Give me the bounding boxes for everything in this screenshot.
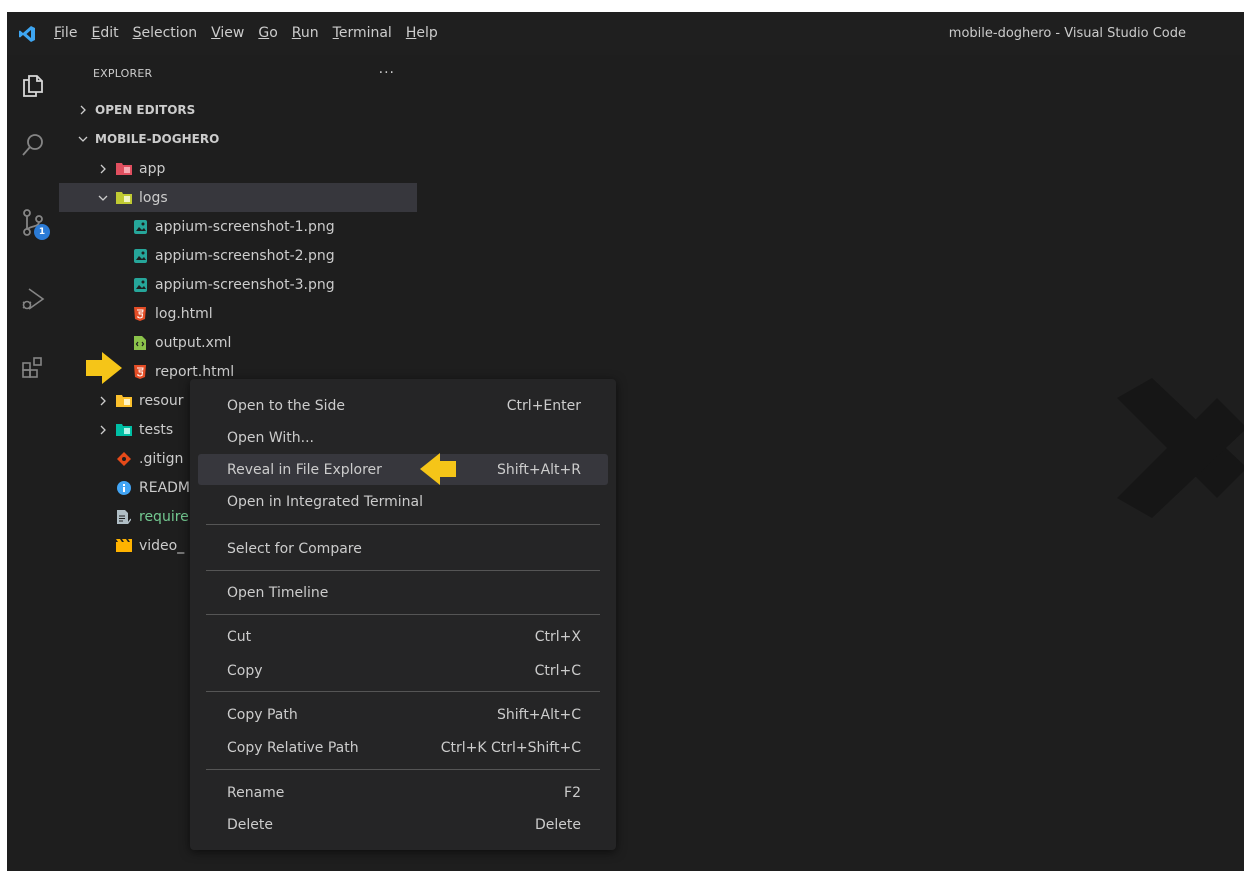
menu-item-rename[interactable]: Rename F2 (198, 777, 608, 808)
search-icon[interactable] (7, 119, 59, 171)
open-editors-section[interactable]: OPEN EDITORS (59, 95, 417, 124)
explorer-header: EXPLORER ··· (59, 55, 417, 91)
explorer-title: EXPLORER (93, 66, 153, 80)
chevron-right-icon (95, 396, 111, 406)
activity-bar: 1 (7, 55, 59, 871)
chevron-right-icon (95, 425, 111, 435)
menu-view[interactable]: View (204, 12, 251, 55)
chevron-down-icon (75, 134, 91, 144)
menu-item-reveal-in-file-explorer[interactable]: Reveal in File Explorer Shift+Alt+R (198, 454, 608, 485)
title-bar: File Edit Selection View Go Run Terminal… (7, 12, 1244, 55)
image-file-icon (131, 248, 149, 264)
tree-folder-logs[interactable]: logs (59, 183, 417, 212)
html-file-icon (131, 364, 149, 380)
menu-item-cut[interactable]: Cut Ctrl+X (198, 621, 608, 652)
menu-item-delete[interactable]: Delete Delete (198, 809, 608, 840)
run-debug-icon[interactable] (7, 273, 59, 325)
scm-badge: 1 (34, 224, 50, 240)
menu-separator (206, 570, 600, 571)
menu-item-open-timeline[interactable]: Open Timeline (198, 577, 608, 608)
vscode-window: File Edit Selection View Go Run Terminal… (7, 12, 1244, 871)
vscode-watermark-icon (1097, 368, 1244, 532)
menu-file[interactable]: File (47, 12, 84, 55)
git-file-icon (115, 451, 133, 467)
more-actions-button[interactable]: ··· (379, 65, 395, 81)
info-file-icon (115, 480, 133, 496)
requirements-file-icon (115, 509, 133, 525)
folder-tests-icon (115, 422, 133, 438)
folder-resources-icon (115, 393, 133, 409)
menu-go[interactable]: Go (251, 12, 284, 55)
menu-item-select-for-compare[interactable]: Select for Compare (198, 533, 608, 564)
tree-folder-app[interactable]: app (59, 154, 417, 183)
menu-item-copy[interactable]: Copy Ctrl+C (198, 655, 608, 686)
annotation-arrow-right-icon (84, 351, 124, 389)
window-title: mobile-doghero - Visual Studio Code (948, 26, 1186, 41)
menu-run[interactable]: Run (285, 12, 326, 55)
menu-edit[interactable]: Edit (84, 12, 125, 55)
tree-file-screenshot-3[interactable]: appium-screenshot-3.png (59, 270, 417, 299)
menu-item-copy-relative-path[interactable]: Copy Relative Path Ctrl+K Ctrl+Shift+C (198, 732, 608, 763)
annotation-arrow-left-icon (418, 452, 458, 490)
image-file-icon (131, 219, 149, 235)
tree-file-screenshot-2[interactable]: appium-screenshot-2.png (59, 241, 417, 270)
image-file-icon (131, 277, 149, 293)
menu-item-copy-path[interactable]: Copy Path Shift+Alt+C (198, 699, 608, 730)
chevron-right-icon (75, 105, 91, 115)
folder-app-icon (115, 161, 133, 177)
source-control-icon[interactable]: 1 (7, 197, 59, 249)
extensions-icon[interactable] (7, 342, 59, 394)
chevron-right-icon (95, 164, 111, 174)
xml-file-icon (131, 335, 149, 351)
menu-separator (206, 769, 600, 770)
tree-file-log-html[interactable]: log.html (59, 299, 417, 328)
context-menu: Open to the Side Ctrl+Enter Open With...… (190, 379, 616, 850)
chevron-down-icon (95, 193, 111, 203)
project-section[interactable]: MOBILE-DOGHERO (59, 124, 417, 153)
menu-separator (206, 524, 600, 525)
video-file-icon (115, 538, 133, 554)
menu-separator (206, 614, 600, 615)
menu-terminal[interactable]: Terminal (326, 12, 399, 55)
html-file-icon (131, 306, 149, 322)
vscode-logo-icon (7, 12, 47, 55)
menu-selection[interactable]: Selection (126, 12, 205, 55)
menu-item-open-in-terminal[interactable]: Open in Integrated Terminal (198, 486, 608, 517)
folder-logs-icon (115, 190, 133, 206)
tree-file-screenshot-1[interactable]: appium-screenshot-1.png (59, 212, 417, 241)
menu-bar: File Edit Selection View Go Run Terminal… (47, 12, 445, 55)
explorer-icon[interactable] (7, 59, 59, 111)
menu-help[interactable]: Help (399, 12, 445, 55)
menu-item-open-to-side[interactable]: Open to the Side Ctrl+Enter (198, 390, 608, 421)
menu-separator (206, 691, 600, 692)
menu-item-open-with[interactable]: Open With... (198, 422, 608, 453)
